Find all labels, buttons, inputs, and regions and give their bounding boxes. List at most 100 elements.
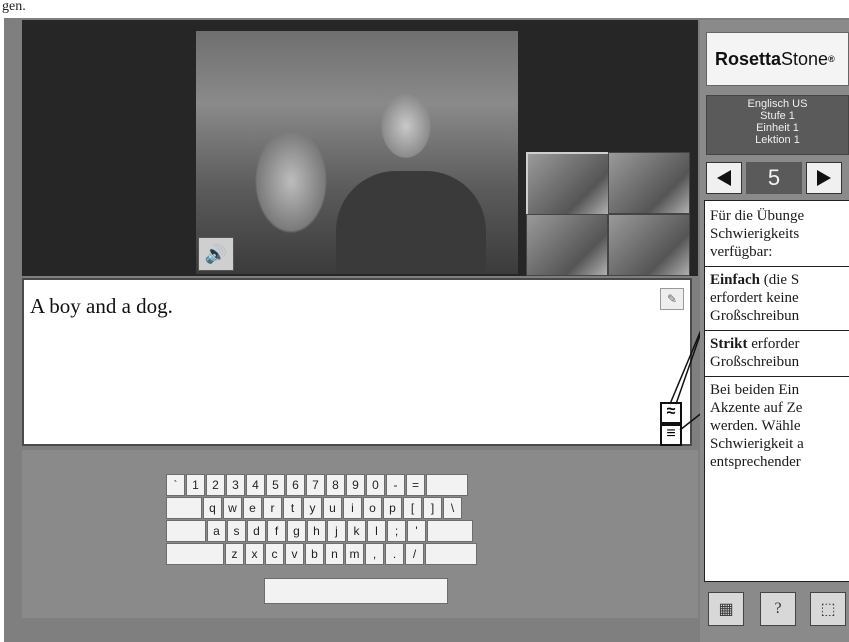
key[interactable]: c bbox=[265, 543, 284, 565]
key[interactable]: t bbox=[283, 497, 302, 519]
keyboard-row-3: a s d f g h j k l; ' bbox=[166, 520, 478, 542]
key[interactable]: ] bbox=[423, 497, 442, 519]
course-language: Englisch US bbox=[747, 98, 808, 110]
key[interactable]: r bbox=[263, 497, 282, 519]
key[interactable]: = bbox=[406, 474, 425, 496]
course-level: Stufe 1 bbox=[760, 110, 795, 122]
key[interactable] bbox=[166, 497, 202, 519]
key[interactable]: 0 bbox=[366, 474, 385, 496]
key[interactable]: , bbox=[365, 543, 384, 565]
strict-label: Strikt bbox=[710, 336, 748, 352]
key[interactable]: e bbox=[243, 497, 262, 519]
settings-button[interactable]: ▦ bbox=[708, 592, 744, 626]
key[interactable]: 4 bbox=[246, 474, 265, 496]
key[interactable]: f bbox=[267, 520, 286, 542]
space-key[interactable] bbox=[264, 578, 448, 604]
callout-line: entsprechender bbox=[710, 454, 801, 470]
key[interactable]: 5 bbox=[266, 474, 285, 496]
key[interactable]: - bbox=[386, 474, 405, 496]
callout-line: verfügbar: bbox=[710, 244, 773, 260]
callout-line: Schwierigkeit a bbox=[710, 436, 804, 452]
virtual-keyboard: ` 1 2 3 4 5 6 7 8 9 0- = q w e r t y u i o p[] \ a s d f g h j k l; ' … bbox=[166, 474, 478, 566]
help-callout: Für die Übunge Schwierigkeits verfügbar:… bbox=[704, 200, 849, 582]
keyboard-row-1: ` 1 2 3 4 5 6 7 8 9 0- = bbox=[166, 474, 478, 496]
key[interactable]: ' bbox=[407, 520, 426, 542]
key[interactable]: n bbox=[325, 543, 344, 565]
key[interactable]: o bbox=[363, 497, 382, 519]
tutor-icon: ⬚ bbox=[820, 601, 836, 618]
key[interactable] bbox=[166, 543, 224, 565]
triangle-left-icon bbox=[717, 170, 731, 186]
key[interactable]: q bbox=[203, 497, 222, 519]
callout-divider bbox=[705, 266, 849, 267]
callout-strict: Strikt erforder bbox=[710, 335, 849, 353]
key[interactable]: p bbox=[383, 497, 402, 519]
key[interactable]: / bbox=[405, 543, 424, 565]
key[interactable]: h bbox=[307, 520, 326, 542]
key[interactable]: j bbox=[327, 520, 346, 542]
key[interactable]: 3 bbox=[226, 474, 245, 496]
key[interactable]: x bbox=[245, 543, 264, 565]
course-lesson: Lektion 1 bbox=[755, 134, 800, 146]
key[interactable]: b bbox=[305, 543, 324, 565]
key[interactable] bbox=[426, 474, 468, 496]
easy-label: Einfach bbox=[710, 272, 761, 288]
key[interactable]: d bbox=[247, 520, 266, 542]
key[interactable]: u bbox=[323, 497, 342, 519]
keyboard-row-4: z x c v b n m,. / bbox=[166, 543, 478, 565]
callout-line: Großschreibun bbox=[710, 354, 800, 370]
callout-line: Bei beiden Ein bbox=[710, 382, 800, 398]
key[interactable]: 2 bbox=[206, 474, 225, 496]
key[interactable]: \ bbox=[443, 497, 462, 519]
callout-line: Großschreibun bbox=[710, 308, 800, 324]
easy-rest: (die S bbox=[760, 272, 800, 288]
key[interactable]: v bbox=[285, 543, 304, 565]
callout-line: Akzente auf Ze bbox=[710, 400, 803, 416]
key[interactable]: k bbox=[347, 520, 366, 542]
brand-bold: Rosetta bbox=[715, 48, 782, 69]
key[interactable]: 9 bbox=[346, 474, 365, 496]
key[interactable]: 1 bbox=[186, 474, 205, 496]
settings-icon: ▦ bbox=[718, 601, 734, 618]
key[interactable] bbox=[427, 520, 473, 542]
strict-rest: erforder bbox=[747, 336, 800, 352]
key[interactable]: s bbox=[227, 520, 246, 542]
next-button[interactable] bbox=[806, 162, 842, 194]
callout-divider bbox=[705, 376, 849, 377]
key[interactable]: a bbox=[207, 520, 226, 542]
callout-line: Schwierigkeits bbox=[710, 226, 800, 242]
key[interactable]: w bbox=[223, 497, 242, 519]
callout-divider bbox=[705, 330, 849, 331]
brand-logo: Rosetta Stone ® bbox=[706, 32, 849, 86]
key[interactable]: i bbox=[343, 497, 362, 519]
key[interactable]: 6 bbox=[286, 474, 305, 496]
keyboard-row-2: q w e r t y u i o p[] \ bbox=[166, 497, 478, 519]
help-button[interactable]: ? bbox=[760, 592, 796, 626]
key[interactable]: [ bbox=[403, 497, 422, 519]
key[interactable]: 7 bbox=[306, 474, 325, 496]
key[interactable] bbox=[166, 520, 206, 542]
key[interactable]: m bbox=[345, 543, 364, 565]
key[interactable]: . bbox=[385, 543, 404, 565]
key[interactable]: z bbox=[225, 543, 244, 565]
key[interactable]: 8 bbox=[326, 474, 345, 496]
help-label: ? bbox=[774, 600, 782, 617]
key[interactable]: ; bbox=[387, 520, 406, 542]
key[interactable] bbox=[425, 543, 477, 565]
key[interactable]: y bbox=[303, 497, 322, 519]
callout-easy: Einfach (die S bbox=[710, 271, 849, 289]
page-number: 5 bbox=[746, 162, 802, 194]
callout-line: werden. Wähle bbox=[710, 418, 801, 434]
course-info: Englisch US Stufe 1 Einheit 1 Lektion 1 bbox=[706, 95, 849, 155]
callout-line: Für die Übunge bbox=[710, 208, 805, 224]
key[interactable]: l bbox=[367, 520, 386, 542]
key[interactable]: g bbox=[287, 520, 306, 542]
course-unit: Einheit 1 bbox=[756, 122, 799, 134]
prev-button[interactable] bbox=[706, 162, 742, 194]
triangle-right-icon bbox=[817, 170, 831, 186]
brand-rest: Stone bbox=[781, 48, 829, 69]
callout-line: erfordert keine bbox=[710, 290, 799, 306]
tutor-button[interactable]: ⬚ bbox=[810, 592, 846, 626]
brand-mark: ® bbox=[828, 54, 835, 64]
key[interactable]: ` bbox=[166, 474, 185, 496]
